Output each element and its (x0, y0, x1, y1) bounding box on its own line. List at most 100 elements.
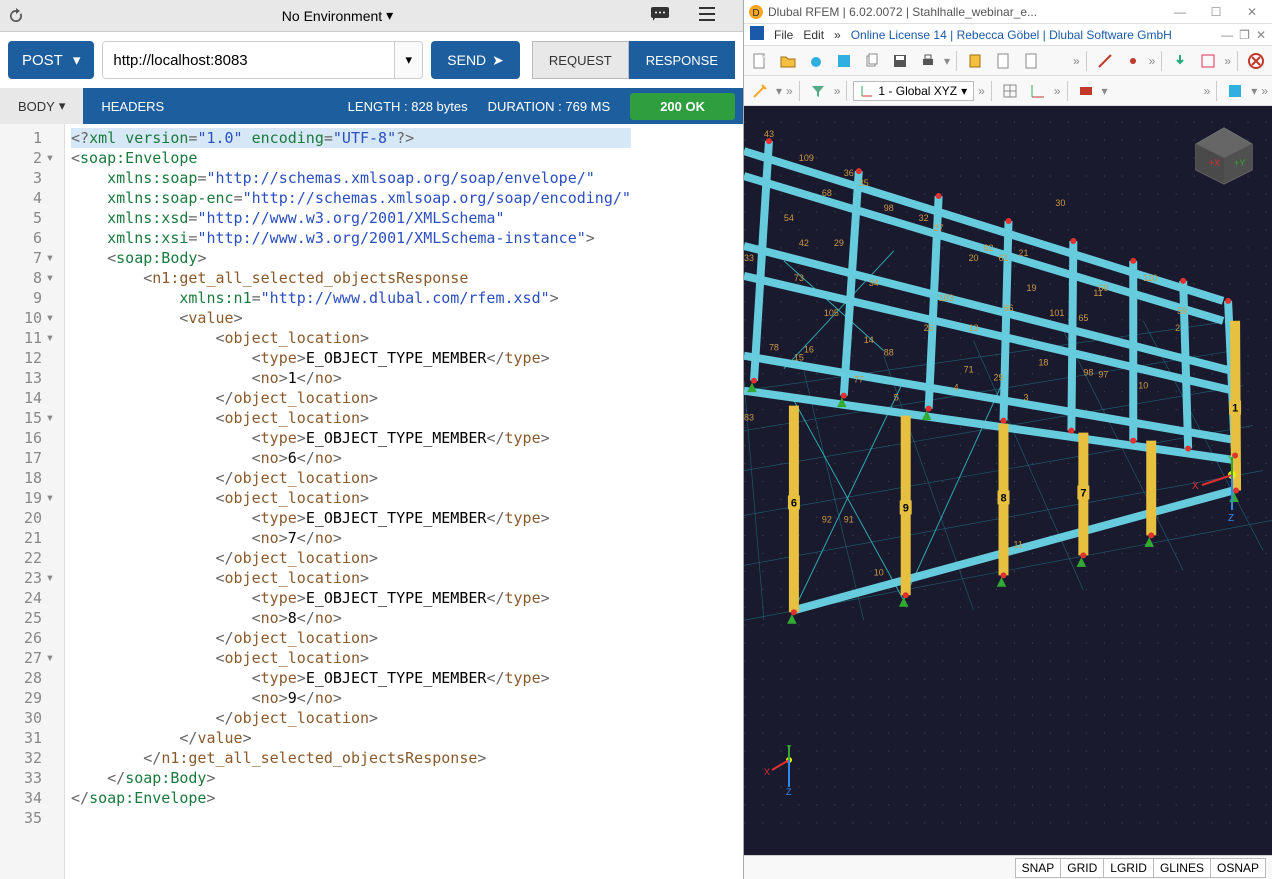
code-content[interactable]: <?xml version="1.0" encoding="UTF-8"?><s… (65, 124, 637, 879)
request-bar: POST ▾ ▾ SEND ➤ REQUEST RESPONSE (0, 32, 743, 88)
api-client-panel: No Environment ▾ POST ▾ ▾ SEND ➤ REQUEST… (0, 0, 743, 879)
chevron-down-icon[interactable]: ▾ (1102, 84, 1108, 98)
chat-icon[interactable] (651, 7, 669, 24)
mdi-restore-icon[interactable]: ❐ (1239, 28, 1250, 42)
view-cube[interactable]: +X +Y (1184, 114, 1264, 194)
node-icon[interactable] (1121, 49, 1145, 73)
line-gutter: 12▾34567▾8▾910▾11▾12131415▾16171819▾2021… (0, 124, 65, 879)
status-glines[interactable]: GLINES (1153, 858, 1211, 878)
load-icon[interactable] (1168, 49, 1192, 73)
status-lgrid[interactable]: LGRID (1103, 858, 1154, 878)
svg-text:83: 83 (744, 413, 754, 423)
svg-text:73: 73 (794, 273, 804, 283)
chevron-down-icon[interactable]: ▾ (776, 84, 782, 98)
menu-file[interactable]: File (774, 28, 793, 42)
url-history-dropdown[interactable]: ▾ (394, 42, 422, 78)
grid-icon[interactable] (998, 79, 1022, 103)
paste-icon[interactable] (963, 49, 987, 73)
toolbar-more-icon[interactable]: » (1204, 84, 1211, 98)
result-icon[interactable] (1196, 49, 1220, 73)
toolbar-more-icon[interactable]: » (978, 84, 985, 98)
svg-text:29: 29 (994, 373, 1004, 383)
chevron-down-icon: ▾ (73, 51, 81, 69)
svg-text:103: 103 (939, 293, 954, 303)
svg-text:13: 13 (969, 323, 979, 333)
save-icon[interactable] (888, 49, 912, 73)
svg-text:92: 92 (822, 514, 832, 524)
maximize-button[interactable]: ☐ (1200, 5, 1232, 19)
toolbar-more-icon[interactable]: » (834, 84, 841, 98)
svg-text:65: 65 (1078, 313, 1088, 323)
chevron-down-icon[interactable]: ▾ (1251, 84, 1257, 98)
new-file-icon[interactable] (748, 49, 772, 73)
member-icon[interactable] (1093, 49, 1117, 73)
toolbar-more-icon[interactable]: » (1054, 84, 1061, 98)
window-titlebar[interactable]: D Dlubal RFEM | 6.02.0072 | Stahlhalle_w… (744, 0, 1272, 24)
minimize-button[interactable]: — (1164, 5, 1196, 19)
http-method-label: POST (22, 52, 63, 69)
svg-text:71: 71 (964, 365, 974, 375)
doc2-icon[interactable] (1019, 49, 1043, 73)
license-info: Online License 14 | Rebecca Göbel | Dlub… (851, 28, 1172, 42)
svg-text:14: 14 (864, 335, 874, 345)
filter-icon[interactable] (806, 79, 830, 103)
menubar: File Edit » Online License 14 | Rebecca … (744, 24, 1272, 46)
toolbar-more-icon[interactable]: » (1261, 84, 1268, 98)
url-input[interactable] (103, 42, 394, 78)
structure-model: 6 9 8 7 1 (744, 106, 1272, 855)
model-icon[interactable] (832, 49, 856, 73)
doc1-icon[interactable] (991, 49, 1015, 73)
print-icon[interactable] (916, 49, 940, 73)
svg-text:36: 36 (844, 168, 854, 178)
svg-text:7: 7 (1080, 487, 1086, 499)
3d-viewport[interactable]: 6 9 8 7 1 (744, 106, 1272, 855)
app-small-icon[interactable] (750, 26, 764, 43)
open-file-icon[interactable] (776, 49, 800, 73)
svg-text:110: 110 (1143, 273, 1157, 283)
svg-text:68: 68 (822, 188, 832, 198)
design-icon[interactable] (1074, 79, 1098, 103)
svg-text:77: 77 (854, 375, 864, 385)
toolbar-more-icon[interactable]: » (786, 84, 793, 98)
chevron-down-icon[interactable]: ▾ (944, 54, 950, 68)
close-button[interactable]: ✕ (1236, 5, 1268, 19)
body-tab[interactable]: BODY ▾ (0, 88, 83, 124)
menu-edit[interactable]: Edit (803, 28, 824, 42)
mdi-minimize-icon[interactable]: — (1221, 28, 1233, 42)
mdi-close-icon[interactable]: ✕ (1256, 28, 1266, 42)
statusbar: SNAPGRIDLGRIDGLINESOSNAP (744, 855, 1272, 879)
svg-text:18: 18 (1038, 358, 1048, 368)
status-osnap[interactable]: OSNAP (1210, 858, 1266, 878)
refresh-icon[interactable] (8, 8, 24, 24)
toolbar-more-icon[interactable]: » (1073, 54, 1080, 68)
svg-text:20: 20 (969, 253, 979, 263)
top-toolbar: No Environment ▾ (0, 0, 743, 32)
svg-text:Z: Z (786, 787, 792, 795)
svg-text:10: 10 (1138, 381, 1148, 391)
toolbar-more-icon[interactable]: » (1149, 54, 1156, 68)
http-method-button[interactable]: POST ▾ (8, 41, 94, 79)
code-editor[interactable]: 12▾34567▾8▾910▾11▾12131415▾16171819▾2021… (0, 124, 743, 879)
svg-text:32: 32 (919, 213, 929, 223)
svg-text:3: 3 (1023, 393, 1028, 403)
response-tab[interactable]: RESPONSE (629, 41, 735, 79)
cloud-icon[interactable] (804, 49, 828, 73)
menu-icon[interactable] (699, 7, 715, 24)
status-snap[interactable]: SNAP (1015, 858, 1062, 878)
delete-icon[interactable] (1244, 49, 1268, 73)
coord-system-select[interactable]: 1 - Global XYZ ▾ (853, 81, 974, 101)
copy-icon[interactable] (860, 49, 884, 73)
send-button[interactable]: SEND ➤ (431, 41, 520, 79)
wand-icon[interactable] (748, 79, 772, 103)
toolbar-more-icon[interactable]: » (1224, 54, 1231, 68)
headers-tab[interactable]: HEADERS (83, 88, 182, 124)
status-grid[interactable]: GRID (1060, 858, 1104, 878)
length-label: LENGTH : 828 bytes (348, 99, 468, 114)
environment-dropdown[interactable]: No Environment ▾ (282, 7, 393, 24)
menu-more-icon[interactable]: » (834, 28, 841, 42)
svg-text:42: 42 (799, 238, 809, 248)
view-icon[interactable] (1223, 79, 1247, 103)
axis-icon[interactable] (1026, 79, 1050, 103)
response-tabs-row: BODY ▾ HEADERS LENGTH : 828 bytes DURATI… (0, 88, 743, 124)
request-tab[interactable]: REQUEST (532, 41, 629, 79)
